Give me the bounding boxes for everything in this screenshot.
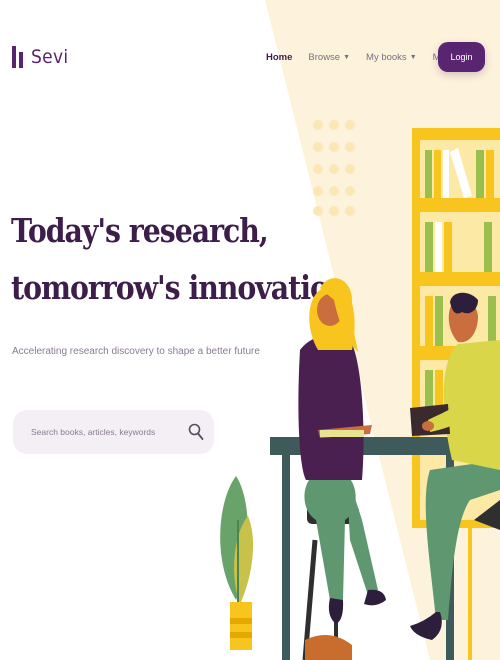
nav-item-label: Home xyxy=(266,52,293,63)
chevron-down-icon: ▼ xyxy=(409,54,417,61)
search-input[interactable]: Search books, articles, keywords xyxy=(31,427,155,437)
brand-name: Sevi xyxy=(31,46,69,68)
nav-item-my-books[interactable]: My books ▼ xyxy=(366,52,417,63)
hero-illustration xyxy=(220,120,500,660)
search-icon[interactable] xyxy=(188,423,204,441)
login-button[interactable]: Login xyxy=(438,42,485,72)
nav-item-label: My books xyxy=(366,52,407,63)
search-bar[interactable]: Search books, articles, keywords xyxy=(13,410,214,454)
logo-mark-icon xyxy=(12,46,23,68)
nav-item-home[interactable]: Home xyxy=(266,52,292,63)
chevron-down-icon: ▼ xyxy=(343,54,351,61)
woman-reading xyxy=(298,278,386,660)
nav-item-browse[interactable]: Browse ▼ xyxy=(308,52,350,63)
dot-pattern xyxy=(313,120,355,216)
nav-item-label: Browse xyxy=(308,52,341,63)
potted-plant xyxy=(220,476,254,650)
brand-logo[interactable]: Sevi xyxy=(12,46,68,68)
